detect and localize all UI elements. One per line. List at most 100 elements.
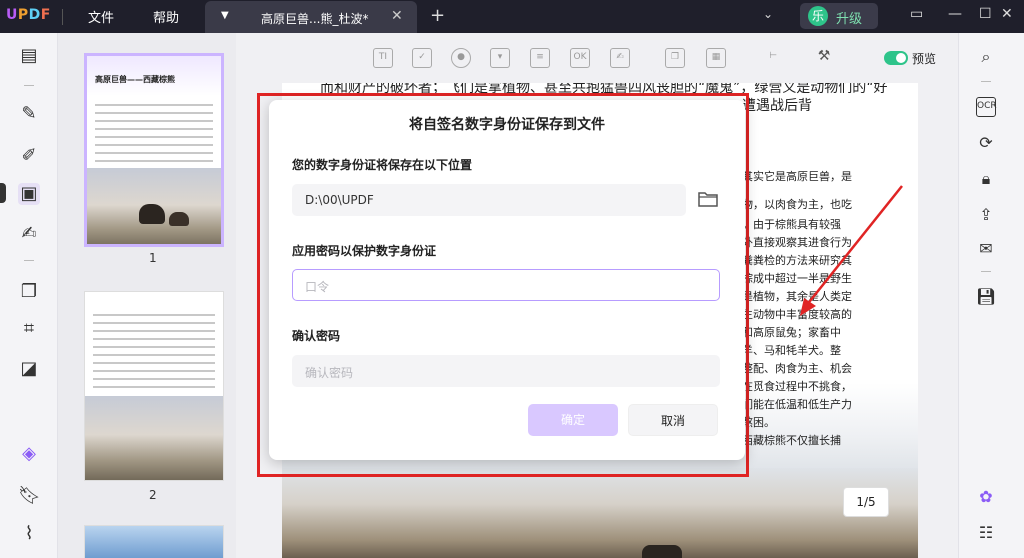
page-photo bbox=[282, 468, 918, 558]
dialog-title: 将自签名数字身份证保存到文件 bbox=[409, 117, 605, 133]
doc-text-line: 棕成中超过一半是野生 bbox=[742, 272, 852, 285]
tab-close-icon[interactable]: ✕ bbox=[391, 8, 403, 24]
cancel-button[interactable]: 取消 bbox=[628, 404, 718, 436]
location-field[interactable]: D:\00\UPDF bbox=[292, 184, 686, 216]
minimize-icon[interactable]: — bbox=[948, 6, 962, 22]
doc-text-line: 在觅食过程中不挑食， bbox=[742, 380, 852, 393]
thumbnail-page-2[interactable] bbox=[84, 291, 224, 481]
doc-text-line: 们能在低温和低生产力 bbox=[742, 398, 852, 411]
comment-highlighter-icon[interactable]: ✎ bbox=[18, 103, 40, 125]
avatar: 乐 bbox=[808, 6, 828, 26]
bookmark-icon[interactable]: 🔖︎ bbox=[18, 485, 41, 507]
title-separator bbox=[62, 9, 63, 25]
reader-icon[interactable]: ▤ bbox=[18, 45, 40, 67]
doc-text-line: 。由于棕熊具有较强 bbox=[742, 218, 841, 231]
preview-toggle[interactable] bbox=[884, 51, 908, 65]
sidebar-handle[interactable] bbox=[0, 183, 6, 203]
thumb-text bbox=[95, 136, 213, 138]
save-icon[interactable]: 💾︎ bbox=[976, 287, 996, 307]
layers-icon[interactable]: ◈ bbox=[18, 443, 40, 465]
crop-icon[interactable]: ⌗ bbox=[18, 318, 40, 340]
comments-icon[interactable]: ☷ bbox=[976, 523, 996, 543]
thumb-text bbox=[93, 370, 215, 372]
thumbnail-page-1[interactable]: 高原巨兽——西藏棕熊 bbox=[84, 53, 224, 247]
toolbar-separator bbox=[24, 85, 34, 86]
page-indicator[interactable]: 1/5 bbox=[843, 487, 889, 517]
bear-image bbox=[139, 204, 165, 224]
search-icon[interactable]: ⌕ bbox=[976, 47, 996, 67]
tab-title: 高原巨兽...熊_杜波* bbox=[261, 12, 369, 26]
document-tab[interactable]: ▼ 高原巨兽...熊_杜波* ✕ bbox=[205, 1, 417, 33]
doc-text-line: 遭遇战后背 bbox=[742, 98, 812, 114]
redact-icon[interactable]: ◪ bbox=[18, 358, 40, 380]
doc-text-line: 其实它是高原巨兽，是 bbox=[742, 170, 852, 183]
ok-button[interactable]: 确定 bbox=[528, 404, 618, 436]
thumb-text bbox=[93, 378, 215, 380]
button-field-icon[interactable]: OK bbox=[570, 48, 590, 68]
tools-icon[interactable]: ⚒ bbox=[814, 48, 834, 68]
doc-text-line: 整配、肉食为主、机会 bbox=[742, 362, 852, 375]
thumb-text bbox=[93, 322, 215, 324]
thumb-text bbox=[93, 354, 215, 356]
form-icon[interactable]: ▣ bbox=[18, 183, 40, 205]
thumb-photo bbox=[85, 396, 223, 480]
menu-help[interactable]: 帮助 bbox=[153, 7, 179, 26]
thumb-text bbox=[93, 330, 215, 332]
sign-icon[interactable]: ✍ bbox=[18, 223, 40, 245]
password-input[interactable]: 口令 bbox=[292, 269, 720, 301]
location-value: D:\00\UPDF bbox=[305, 193, 374, 207]
confirm-password-input[interactable]: 确认密码 bbox=[292, 355, 720, 387]
thumb-text bbox=[95, 160, 213, 162]
thumb-text bbox=[95, 144, 213, 146]
ocr-icon[interactable]: OCR bbox=[976, 97, 997, 117]
menu-file[interactable]: 文件 bbox=[88, 7, 114, 26]
save-digital-id-dialog: 将自签名数字身份证保存到文件 您的数字身份证将保存在以下位置 D:\00\UPD… bbox=[269, 100, 745, 460]
doc-text-line: 物，以肉食为主，也吃 bbox=[742, 198, 852, 211]
chevron-down-icon[interactable]: ⌄ bbox=[763, 7, 773, 21]
thumbnail-panel: 高原巨兽——西藏棕熊 1 2 bbox=[58, 33, 236, 558]
email-icon[interactable]: ✉ bbox=[976, 239, 996, 259]
form-toolbar: TI ✓ ● ▾ ≡ OK ✍ ❐ ▦ ⊢ ⚒ 预览 bbox=[236, 33, 958, 83]
organize-pages-icon[interactable]: ❐ bbox=[18, 281, 40, 303]
toolbar-separator bbox=[981, 81, 991, 82]
close-window-icon[interactable]: ✕ bbox=[1001, 6, 1013, 22]
align-icon[interactable]: ⊢ bbox=[763, 48, 783, 68]
doc-text-line: 粪粪检的方法来研究其 bbox=[742, 254, 852, 267]
toolbar-separator bbox=[24, 260, 34, 261]
grid-layout-icon[interactable]: ▦ bbox=[706, 48, 726, 68]
new-tab-icon[interactable]: + bbox=[430, 5, 445, 26]
protect-icon[interactable]: 🔒︎ bbox=[976, 169, 996, 189]
doc-text-line: 和高原鼠兔；家畜中 bbox=[742, 326, 841, 339]
maximize-icon[interactable]: ☐ bbox=[979, 6, 992, 22]
thumbnail-page-3[interactable] bbox=[84, 525, 224, 558]
folder-icon[interactable] bbox=[697, 190, 719, 208]
share-icon[interactable]: ⇪ bbox=[976, 205, 996, 225]
doc-text-line: 羊、马和牦羊犬。整 bbox=[742, 344, 841, 357]
doc-text-line: 生动物中丰富度较高的 bbox=[742, 308, 852, 321]
preview-label: 预览 bbox=[912, 52, 937, 66]
signature-field-icon[interactable]: ✍ bbox=[610, 48, 630, 68]
doc-text-line: 是植物，其余是人类定 bbox=[742, 290, 852, 303]
thumb-text bbox=[93, 338, 215, 340]
location-label: 您的数字身份证将保存在以下位置 bbox=[292, 158, 473, 172]
thumbnail-page-number: 2 bbox=[149, 488, 157, 502]
checkbox-icon[interactable]: ✓ bbox=[412, 48, 432, 68]
edit-pdf-icon[interactable]: ✐ bbox=[18, 145, 40, 167]
radio-button-icon[interactable]: ● bbox=[451, 48, 471, 68]
thumb-photo bbox=[85, 526, 223, 558]
text-field-icon[interactable]: TI bbox=[373, 48, 393, 68]
dropdown-field-icon[interactable]: ▾ bbox=[490, 48, 510, 68]
convert-icon[interactable]: ⟳ bbox=[976, 133, 996, 153]
thumb-text bbox=[93, 362, 215, 364]
confirm-password-label: 确认密码 bbox=[292, 329, 341, 343]
tab-dropdown-icon[interactable]: ▼ bbox=[221, 10, 229, 21]
attachment-icon[interactable]: ⌇ bbox=[18, 523, 40, 545]
user-panel-icon[interactable]: ▭ bbox=[910, 6, 923, 22]
ai-assistant-icon[interactable]: ✿ bbox=[976, 487, 996, 507]
bear-image bbox=[642, 545, 682, 558]
upgrade-button[interactable]: 乐 升级 bbox=[800, 3, 878, 29]
duplicate-field-icon[interactable]: ❐ bbox=[665, 48, 685, 68]
list-box-icon[interactable]: ≡ bbox=[530, 48, 550, 68]
right-toolbar: ⌕ OCR ⟳ 🔒︎ ⇪ ✉ 💾︎ ✿ ☷ bbox=[958, 33, 1024, 558]
thumb-text bbox=[95, 120, 213, 122]
